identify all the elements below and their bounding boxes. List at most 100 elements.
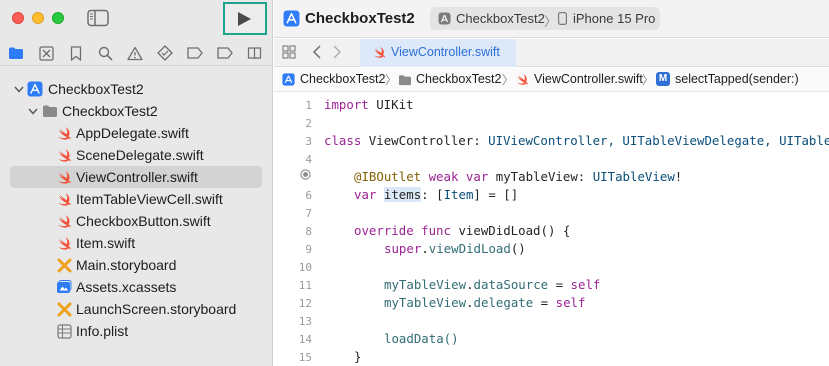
asset-catalog-icon — [56, 279, 72, 295]
breakpoint-icon[interactable] — [216, 44, 234, 62]
swift-file-icon — [56, 147, 72, 163]
tree-label-file: ItemTableViewCell.swift — [76, 191, 223, 207]
tree-row-file[interactable]: Main.storyboard — [10, 254, 262, 276]
code-token: UIKit — [368, 97, 414, 112]
jump-bar-group[interactable]: CheckboxTest2 — [416, 72, 501, 86]
tree-label-file: Main.storyboard — [76, 257, 177, 273]
outlet-connection-icon[interactable] — [300, 168, 311, 183]
chevron-right-icon: 〉 — [502, 73, 515, 87]
tree-row-file[interactable]: AppDelegate.swift — [10, 122, 262, 144]
test-diamond-icon[interactable] — [156, 44, 174, 62]
editor-area: CheckboxTest2 CheckboxTest2 〉 iPhone 15 … — [274, 0, 829, 366]
chevron-right-icon: 〉 — [544, 14, 558, 29]
debug-icon[interactable] — [186, 44, 204, 62]
tree-label-file: ViewController.swift — [76, 169, 198, 185]
run-button[interactable] — [232, 9, 256, 29]
code-token: dataSource — [473, 277, 549, 292]
xcode-project-icon — [283, 10, 300, 27]
line-number: 8 — [305, 225, 312, 238]
tree-label-file: Assets.xcassets — [76, 279, 177, 295]
tree-label-file: Item.swift — [76, 235, 136, 251]
method-badge-icon: M — [656, 72, 670, 86]
code-line-8: override func viewDidLoad() { — [354, 223, 570, 238]
scheme-selector[interactable]: CheckboxTest2 〉 iPhone 15 Pro — [430, 7, 730, 30]
source-control-icon[interactable] — [37, 44, 55, 62]
warning-icon[interactable] — [126, 44, 144, 62]
tree-row-file[interactable]: LaunchScreen.storyboard — [10, 298, 262, 320]
folder-icon — [42, 103, 58, 119]
disclosure-open-icon[interactable] — [14, 84, 24, 94]
tree-label-file: Info.plist — [76, 323, 129, 339]
swift-file-icon — [56, 191, 72, 207]
jump-bar-project[interactable]: CheckboxTest2 — [300, 72, 385, 86]
tree-row-file[interactable]: Item.swift — [10, 232, 262, 254]
code-token: ViewController: — [361, 133, 489, 148]
line-number: 11 — [298, 279, 312, 292]
xcode-project-icon — [27, 81, 43, 97]
tree-row-file[interactable]: CheckboxButton.swift — [10, 210, 262, 232]
search-icon[interactable] — [96, 44, 114, 62]
storyboard-icon — [56, 301, 72, 317]
code-line-5: @IBOutlet weak var myTableView: UITableV… — [354, 169, 682, 184]
zoom-window-button[interactable] — [52, 12, 64, 24]
folder-icon — [398, 74, 412, 89]
code-token: loadData() — [384, 331, 459, 346]
code-line-15: } — [354, 349, 361, 364]
code-token: UITableView — [592, 169, 675, 184]
code-token: ] = [] — [473, 187, 519, 202]
report-icon[interactable] — [245, 44, 263, 62]
swift-file-icon — [373, 46, 386, 62]
scheme-name[interactable]: CheckboxTest2 — [456, 11, 545, 26]
back-chevron-icon[interactable] — [312, 44, 322, 63]
code-token: = — [548, 277, 571, 292]
code-token: weak var — [421, 169, 489, 184]
code-token: delegate — [473, 295, 534, 310]
navigator-selector-bar — [0, 40, 273, 66]
tree-row-file[interactable]: Info.plist — [10, 320, 262, 342]
window-toolbar-left — [0, 0, 273, 38]
code-token: () — [510, 241, 526, 256]
plist-icon — [56, 323, 72, 339]
navigator-sidebar: CheckboxTest2 CheckboxTest2 AppDelegate.… — [0, 0, 273, 366]
line-number: 2 — [305, 117, 312, 130]
code-token: ! — [674, 169, 683, 184]
minimize-window-button[interactable] — [32, 12, 44, 24]
code-token: override func — [354, 223, 451, 238]
line-number: 12 — [298, 297, 312, 310]
line-number: 1 — [305, 99, 312, 112]
code-line-11: myTableView.dataSource = self — [384, 277, 600, 292]
jump-bar-file[interactable]: ViewController.swift — [534, 72, 643, 86]
code-token: Item — [443, 187, 474, 202]
code-editor[interactable]: 1 2 3 4 6 7 8 9 10 11 12 13 14 15 16 imp… — [274, 95, 829, 366]
disclosure-open-icon[interactable] — [28, 106, 38, 116]
line-number: 14 — [298, 333, 312, 346]
chevron-right-icon: 〉 — [385, 73, 398, 87]
code-token: import — [324, 97, 369, 112]
sidebar-toggle-icon[interactable] — [87, 9, 109, 27]
tree-row-file-selected[interactable]: ViewController.swift — [10, 166, 262, 188]
code-token: . — [421, 241, 429, 256]
forward-chevron-icon[interactable] — [332, 44, 342, 63]
code-token: viewDidLoad() { — [450, 223, 571, 238]
chevron-right-icon: 〉 — [642, 73, 655, 87]
iphone-icon — [558, 12, 568, 28]
tree-row-project[interactable]: CheckboxTest2 — [10, 78, 262, 100]
folder-icon[interactable] — [7, 44, 25, 62]
bookmark-icon[interactable] — [67, 44, 85, 62]
run-destination[interactable]: iPhone 15 Pro — [573, 11, 655, 26]
code-line-1: import UIKit — [324, 97, 414, 112]
window-toolbar-right: CheckboxTest2 CheckboxTest2 〉 iPhone 15 … — [274, 0, 829, 38]
tree-row-group[interactable]: CheckboxTest2 — [10, 100, 262, 122]
tree-label-file: AppDelegate.swift — [76, 125, 189, 141]
code-token: . — [466, 277, 474, 292]
swift-file-icon — [56, 235, 72, 251]
jump-bar-method[interactable]: selectTapped(sender:) — [675, 72, 799, 86]
tree-row-file[interactable]: SceneDelegate.swift — [10, 144, 262, 166]
tree-row-file[interactable]: ItemTableViewCell.swift — [10, 188, 262, 210]
close-window-button[interactable] — [12, 12, 24, 24]
code-token: UIViewController, UITableViewDelegate, U… — [488, 133, 829, 148]
line-number: 6 — [305, 189, 312, 202]
tree-row-file[interactable]: Assets.xcassets — [10, 276, 262, 298]
grid-icon[interactable] — [282, 45, 296, 62]
line-number: 4 — [305, 153, 312, 166]
